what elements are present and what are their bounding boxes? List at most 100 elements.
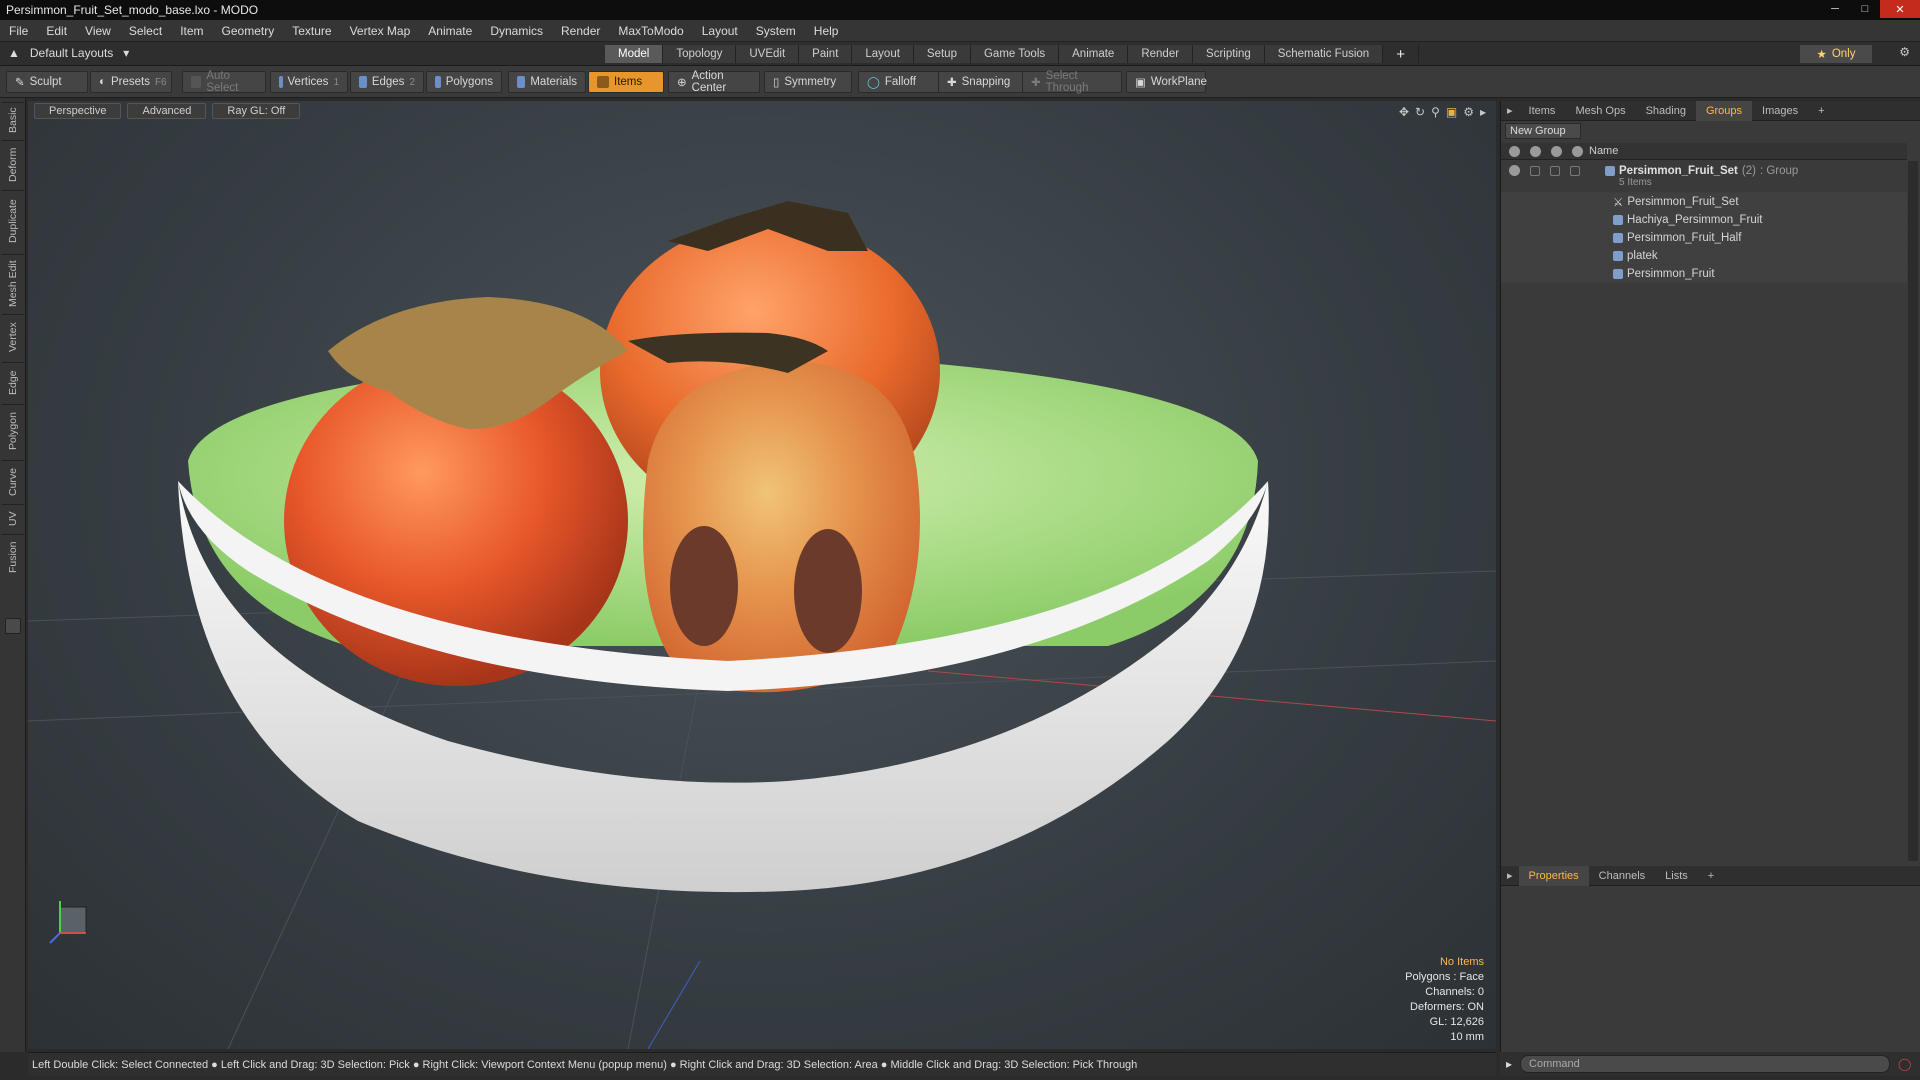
layout-selector[interactable]: ▲ Default Layouts ▾ — [8, 46, 129, 60]
lock-toggle[interactable] — [1530, 165, 1540, 176]
eye-icon[interactable] — [1509, 165, 1520, 176]
menu-animate[interactable]: Animate — [419, 24, 481, 38]
gear-icon[interactable]: ⚙ — [1899, 45, 1910, 59]
edges-button[interactable]: Edges 2 — [350, 71, 424, 93]
menu-dynamics[interactable]: Dynamics — [481, 24, 552, 38]
workplane-icon: ▣ — [1135, 77, 1146, 89]
tab-paint[interactable]: Paint — [799, 45, 853, 63]
tab-polygon[interactable]: Polygon — [2, 404, 24, 458]
tab-channels[interactable]: Channels — [1589, 870, 1655, 882]
only-button[interactable]: ★ Only — [1800, 45, 1872, 63]
auto-select-button[interactable]: Auto Select — [182, 70, 266, 94]
menu-layout[interactable]: Layout — [693, 24, 747, 38]
list-item[interactable]: Persimmon_Fruit_Half — [1501, 229, 1907, 247]
maximize-icon[interactable]: □ — [1850, 0, 1880, 18]
group-root-row[interactable]: Persimmon_Fruit_Set (2) : Group 5 Items — [1501, 161, 1907, 193]
tab-shading[interactable]: Shading — [1636, 105, 1696, 117]
sculpt-button[interactable]: ✎ Sculpt — [6, 71, 88, 93]
view-type-button[interactable]: Perspective — [34, 103, 122, 119]
polygons-button[interactable]: Polygons — [426, 71, 502, 93]
list-item[interactable]: ⚔ Persimmon_Fruit_Set — [1501, 193, 1907, 211]
tab-uv[interactable]: UV — [2, 504, 24, 532]
menu-view[interactable]: View — [76, 24, 120, 38]
rotate-view-icon[interactable]: ↻ — [1415, 105, 1425, 119]
list-item[interactable]: Persimmon_Fruit — [1501, 265, 1907, 283]
tab-basic[interactable]: Basic — [2, 102, 24, 138]
tab-mesh-edit[interactable]: Mesh Edit — [2, 254, 24, 312]
viewport-gear-icon[interactable]: ⚙ — [1463, 105, 1474, 119]
add-tab-icon[interactable]: + — [1383, 45, 1419, 63]
menu-vertex-map[interactable]: Vertex Map — [341, 24, 420, 38]
symmetry-button[interactable]: ▯ Symmetry — [764, 71, 852, 93]
presets-button[interactable]: ◐ Presets F6 — [90, 71, 172, 93]
tab-curve[interactable]: Curve — [2, 460, 24, 502]
vertices-button[interactable]: Vertices 1 — [270, 71, 348, 93]
menu-texture[interactable]: Texture — [283, 24, 340, 38]
move-view-icon[interactable]: ✥ — [1399, 105, 1409, 119]
menu-select[interactable]: Select — [120, 24, 171, 38]
list-item[interactable]: platek — [1501, 247, 1907, 265]
tab-model[interactable]: Model — [605, 45, 664, 63]
raygl-button[interactable]: Ray GL: Off — [212, 103, 301, 119]
workplane-button[interactable]: ▣ WorkPlane — [1126, 71, 1207, 93]
tab-items[interactable]: Items — [1519, 105, 1566, 117]
tab-fusion[interactable]: Fusion — [2, 534, 24, 580]
tab-setup[interactable]: Setup — [913, 45, 971, 63]
render-toggle[interactable] — [1570, 165, 1580, 176]
tab-groups[interactable]: Groups — [1695, 100, 1753, 121]
items-button[interactable]: Items — [588, 71, 664, 93]
fit-view-icon[interactable]: ▣ — [1446, 105, 1457, 119]
shading-mode-button[interactable]: Advanced — [127, 103, 207, 119]
tab-topology[interactable]: Topology — [663, 45, 737, 63]
list-item[interactable]: Hachiya_Persimmon_Fruit — [1501, 211, 1907, 229]
menu-render[interactable]: Render — [552, 24, 609, 38]
snapping-button[interactable]: ✚ Snapping — [938, 71, 1026, 93]
select-through-button[interactable]: ✚ Select Through — [1022, 70, 1122, 94]
tab-scripting[interactable]: Scripting — [1193, 45, 1265, 63]
menu-maxtomodo[interactable]: MaxToModo — [609, 24, 692, 38]
new-group-button[interactable]: New Group — [1505, 123, 1581, 139]
tab-duplicate[interactable]: Duplicate — [2, 190, 24, 252]
falloff-button[interactable]: ◯ Falloff — [858, 71, 940, 93]
panel-toggle-icon[interactable] — [5, 618, 21, 634]
close-icon[interactable]: ✕ — [1880, 0, 1920, 18]
tab-lists[interactable]: Lists — [1655, 870, 1698, 882]
lock-icon[interactable] — [1530, 145, 1541, 157]
zoom-view-icon[interactable]: ⚲ — [1431, 105, 1440, 119]
tab-edge[interactable]: Edge — [2, 362, 24, 402]
tab-deform[interactable]: Deform — [2, 140, 24, 188]
menu-edit[interactable]: Edit — [37, 24, 76, 38]
menu-file[interactable]: File — [0, 24, 37, 38]
render-icon[interactable] — [1572, 145, 1583, 157]
menu-item[interactable]: Item — [171, 24, 212, 38]
select-icon[interactable] — [1551, 145, 1562, 157]
command-input[interactable]: Command — [1520, 1055, 1891, 1073]
tab-render[interactable]: Render — [1128, 45, 1194, 63]
tab-layout[interactable]: Layout — [852, 45, 914, 63]
menu-help[interactable]: Help — [805, 24, 848, 38]
command-history-icon[interactable]: ◯ — [1898, 1057, 1911, 1071]
action-center-button[interactable]: ⊕ Action Center — [668, 70, 760, 94]
tab-properties[interactable]: Properties — [1518, 865, 1589, 886]
viewport-menu-icon[interactable]: ▸ — [1480, 105, 1486, 119]
command-arrow-icon: ▸ — [1506, 1057, 1513, 1071]
tab-vertex[interactable]: Vertex — [2, 314, 24, 360]
tab-schematic-fusion[interactable]: Schematic Fusion — [1264, 45, 1384, 63]
minimize-icon[interactable]: ─ — [1820, 0, 1850, 18]
tab-uvedit[interactable]: UVEdit — [736, 45, 800, 63]
tab-images[interactable]: Images — [1752, 105, 1808, 117]
add-panel-tab-icon[interactable]: + — [1808, 105, 1834, 117]
panel-collapse-icon[interactable]: ▸ — [1501, 104, 1519, 117]
select-toggle[interactable] — [1550, 165, 1560, 176]
tab-animate[interactable]: Animate — [1059, 45, 1129, 63]
3d-viewport[interactable]: Perspective Advanced Ray GL: Off ✥ ↻ ⚲ ▣… — [28, 101, 1496, 1049]
tab-mesh-ops[interactable]: Mesh Ops — [1565, 105, 1635, 117]
add-panel-tab-icon[interactable]: + — [1698, 870, 1724, 882]
panel-collapse-icon[interactable]: ▸ — [1501, 869, 1519, 882]
materials-button[interactable]: Materials — [508, 71, 586, 93]
tab-game-tools[interactable]: Game Tools — [970, 45, 1060, 63]
menu-geometry[interactable]: Geometry — [213, 24, 284, 38]
eye-icon[interactable] — [1509, 145, 1520, 157]
menu-system[interactable]: System — [747, 24, 805, 38]
scrollbar[interactable] — [1908, 161, 1918, 861]
